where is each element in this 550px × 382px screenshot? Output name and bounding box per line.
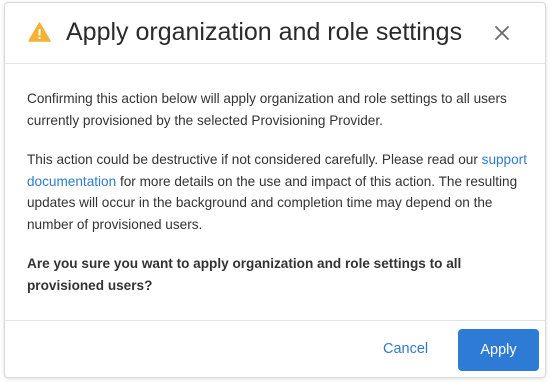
warning-paragraph: This action could be destructive if not …	[27, 149, 527, 235]
dialog-title: Apply organization and role settings	[66, 18, 463, 46]
description-paragraph: Confirming this action below will apply …	[27, 91, 507, 128]
cancel-button[interactable]: Cancel	[383, 337, 428, 361]
apply-button[interactable]: Apply	[458, 329, 539, 371]
apply-settings-dialog: Apply organization and role settings Con…	[4, 2, 546, 378]
close-icon[interactable]	[492, 23, 512, 43]
warning-icon	[28, 22, 51, 42]
warning-text-before-link: This action could be destructive if not …	[27, 152, 482, 167]
dialog-footer: Cancel Apply	[5, 320, 545, 377]
dialog-header: Apply organization and role settings	[5, 3, 545, 64]
confirmation-question: Are you sure you want to apply organizat…	[27, 256, 462, 293]
